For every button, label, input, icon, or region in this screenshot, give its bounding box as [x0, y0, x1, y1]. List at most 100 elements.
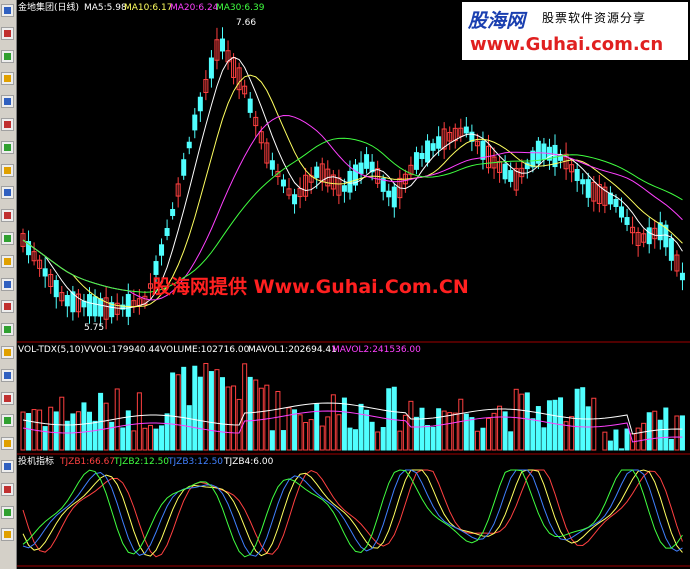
candle-body: [480, 140, 486, 160]
volume-bar: [436, 408, 442, 451]
candle-body: [64, 295, 70, 307]
ma30-line: [22, 137, 683, 293]
mavol1-label: MAVOL1:202694.41: [248, 345, 337, 355]
news-icon[interactable]: [1, 140, 14, 154]
candle-body: [530, 150, 536, 168]
volume-bar: [192, 365, 198, 451]
candle-body: [125, 294, 131, 317]
volume-label: VOLUME:102716.00: [160, 345, 250, 355]
candle-body: [619, 206, 624, 218]
candle-body: [92, 296, 98, 317]
logo-brand: 股海网: [468, 10, 526, 32]
candle-body: [391, 186, 397, 208]
candle-body: [42, 268, 48, 277]
volume-bar: [613, 429, 619, 451]
volume-bar: [391, 386, 397, 451]
tjzb1-label: TJZB1:66.67: [60, 457, 116, 467]
volume-bar: [109, 421, 115, 451]
oscillator-line-3: [22, 469, 683, 557]
volume-bar: [552, 399, 558, 451]
volume-bar: [524, 392, 530, 451]
high-price-label: 7.66: [236, 18, 257, 28]
down-arrow-icon[interactable]: [1, 528, 14, 542]
volume-bar: [131, 430, 137, 451]
msg-icon[interactable]: [1, 277, 14, 291]
candle-body: [413, 152, 419, 170]
volume-bar: [474, 430, 480, 451]
tj-indicator-label: 投机指标: [18, 457, 55, 467]
candle-body: [192, 114, 198, 131]
volume-bar: [419, 407, 425, 451]
candle-body: [280, 179, 286, 187]
volume-bar: [585, 406, 591, 451]
grid-icon[interactable]: [1, 118, 14, 131]
candle-body: [292, 194, 298, 205]
vol-indicator-label: VOL-TDX(5,10): [18, 345, 85, 355]
import-icon[interactable]: [1, 437, 14, 451]
candle-body: [541, 143, 547, 160]
left-toolbar: [0, 0, 17, 569]
volume-bar: [447, 412, 453, 451]
candle-body: [364, 154, 370, 169]
layout-icon[interactable]: [1, 323, 14, 337]
volume-bar: [541, 427, 547, 451]
volume-bar: [353, 429, 358, 451]
candle-body: [358, 162, 364, 174]
candle-body: [208, 57, 214, 79]
f10-icon[interactable]: [1, 209, 14, 223]
bar-icon[interactable]: [1, 49, 14, 63]
volume-bar: [458, 398, 464, 451]
candle-body: [430, 143, 436, 151]
volume-bar: [491, 412, 497, 451]
watermark-text: 股海网提供 Www.Guhai.Com.CN: [152, 276, 469, 298]
tile-icon[interactable]: [1, 300, 14, 314]
calc-icon[interactable]: [1, 232, 14, 245]
volume-bar: [264, 384, 270, 451]
volume-bar: [120, 427, 126, 451]
candle-body: [247, 98, 253, 113]
oscillator-line-2: [22, 469, 683, 557]
volume-bar: [303, 422, 309, 451]
candle-body: [646, 227, 652, 245]
candle-body: [679, 272, 685, 281]
volume-bar: [253, 379, 259, 451]
volume-bar: [452, 412, 458, 451]
chart-icon[interactable]: [1, 4, 14, 17]
oscillator-line-1: [22, 469, 683, 558]
volume-bar: [114, 388, 120, 451]
volume-bar: [181, 366, 187, 451]
candle-body: [87, 294, 92, 317]
doc-icon[interactable]: [1, 186, 14, 200]
ma30-label: MA30:6.39: [216, 3, 265, 13]
table-icon[interactable]: [1, 72, 14, 86]
sheet-icon[interactable]: [1, 391, 14, 405]
tjzb2-label: TJZB2:12.50: [114, 457, 170, 467]
list-icon[interactable]: [1, 95, 14, 109]
volume-bar: [336, 414, 342, 451]
pen-icon[interactable]: [1, 460, 14, 473]
move-icon[interactable]: [1, 505, 14, 519]
volume-bar: [48, 406, 54, 451]
volume-bar: [380, 427, 386, 451]
up-arrow-icon[interactable]: [1, 482, 14, 496]
volume-bar: [480, 427, 486, 451]
box-icon[interactable]: [1, 368, 14, 382]
candle-body: [314, 166, 320, 178]
line-icon[interactable]: [1, 26, 14, 40]
panel-icon[interactable]: [1, 346, 14, 359]
mavol2-label: MAVOL2:241536.00: [332, 345, 421, 355]
volume-bar: [136, 392, 142, 451]
volume-bar: [519, 393, 525, 451]
candle-body: [436, 136, 442, 149]
candle-body: [220, 38, 225, 52]
window-icon[interactable]: [1, 254, 14, 268]
candle-body: [624, 217, 630, 225]
export-icon[interactable]: [1, 414, 14, 428]
volume-bar: [247, 376, 253, 451]
info-icon[interactable]: [1, 163, 14, 177]
candle-body: [463, 126, 469, 134]
volume-bar: [53, 411, 59, 451]
volume-bar: [674, 415, 680, 451]
volume-bar: [37, 409, 43, 451]
volume-bar: [325, 416, 331, 451]
